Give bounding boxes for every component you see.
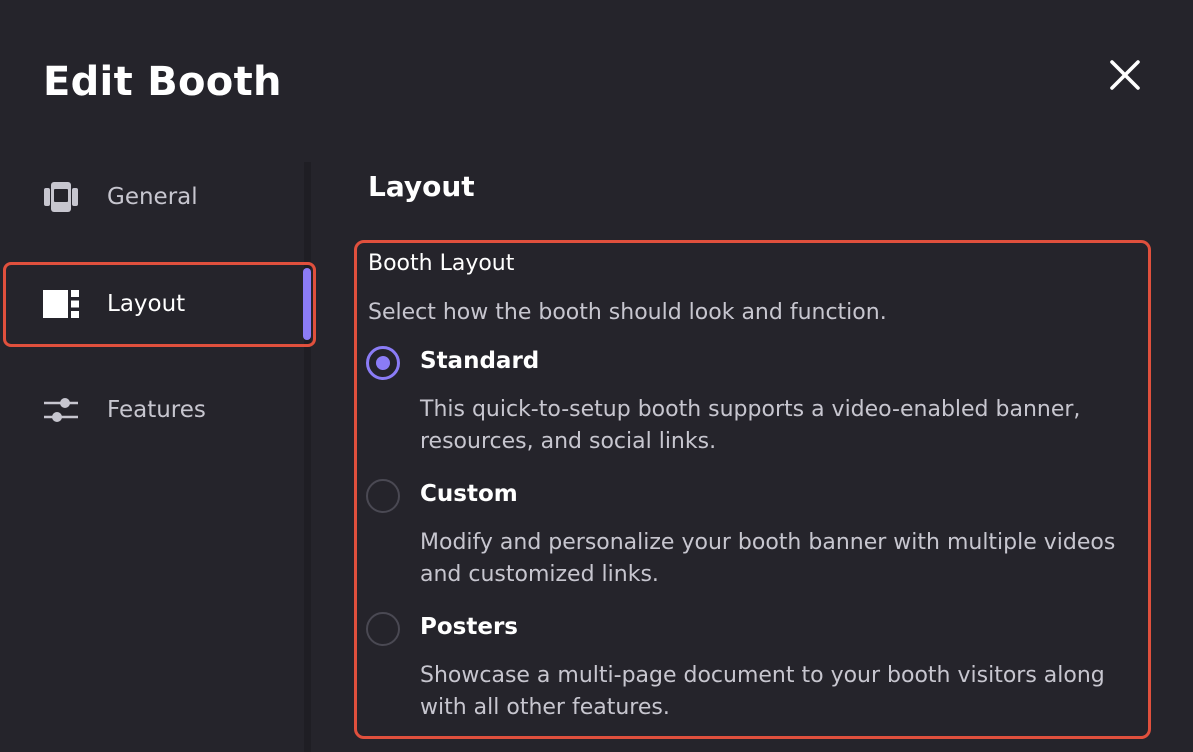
sidebar-item-label: General (107, 184, 198, 210)
close-icon (1110, 60, 1140, 90)
sidebar-item-label: Features (107, 397, 206, 423)
sidebar-item-general[interactable]: General (6, 157, 314, 237)
sliders-icon (42, 391, 80, 429)
sidebar-item-label: Layout (107, 291, 186, 317)
sidebar-divider (304, 162, 311, 752)
sidebar-item-layout[interactable]: Layout (6, 264, 314, 344)
edit-booth-dialog: Edit Booth General Layout Features Layou… (0, 0, 1193, 752)
dialog-title: Edit Booth (43, 59, 282, 105)
option-title: Posters (420, 614, 518, 640)
option-title: Custom (420, 481, 518, 507)
option-description: This quick-to-setup booth supports a vid… (420, 397, 1081, 454)
close-button[interactable] (1103, 53, 1147, 97)
sidebar-item-features[interactable]: Features (6, 370, 314, 450)
option-description: Showcase a multi-page document to your b… (420, 663, 1105, 720)
group-description: Select how the booth should look and fun… (368, 300, 887, 325)
layout-icon (42, 285, 80, 323)
option-description: Modify and personalize your booth banner… (420, 530, 1116, 587)
option-title: Standard (420, 348, 540, 374)
section-title: Layout (368, 170, 475, 203)
radio-custom[interactable] (366, 479, 400, 513)
group-label: Booth Layout (368, 251, 515, 276)
radio-standard[interactable] (366, 346, 400, 380)
booth-icon (42, 178, 80, 216)
radio-posters[interactable] (366, 612, 400, 646)
